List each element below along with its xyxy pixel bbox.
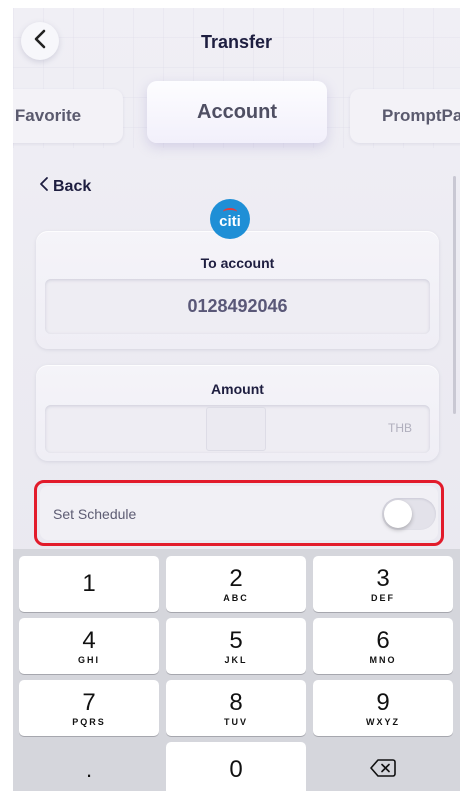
to-account-card: To account 0128492046	[36, 231, 439, 349]
key-6[interactable]: 6 MNO	[313, 618, 453, 674]
backspace-icon	[370, 758, 396, 783]
amount-card: Amount THB	[36, 365, 439, 461]
key-0[interactable]: 0	[166, 742, 306, 791]
page-title: Transfer	[200, 32, 273, 52]
tab-account[interactable]: Account	[147, 81, 327, 143]
numeric-keypad: 1 2 ABC 3 DEF 4 GHI 5 JKL 6 MNO 7 PQRS 8…	[13, 549, 460, 791]
key-2[interactable]: 2 ABC	[166, 556, 306, 612]
amount-field[interactable]: THB	[45, 405, 430, 453]
citi-logo-icon: citi	[210, 199, 250, 239]
key-decimal[interactable]: .	[19, 742, 159, 791]
key-1[interactable]: 1	[19, 556, 159, 612]
amount-label: Amount	[211, 381, 264, 397]
key-backspace[interactable]	[313, 742, 453, 791]
key-5[interactable]: 5 JKL	[166, 618, 306, 674]
key-9[interactable]: 9 WXYZ	[313, 680, 453, 736]
to-account-field: 0128492046	[45, 279, 430, 334]
back-link[interactable]: Back	[39, 176, 91, 197]
tab-promptpay[interactable]: PromptPa	[350, 89, 460, 143]
scrollbar[interactable]	[453, 176, 456, 414]
amount-input[interactable]	[206, 407, 266, 451]
key-7[interactable]: 7 PQRS	[19, 680, 159, 736]
to-account-label: To account	[200, 255, 275, 271]
key-3[interactable]: 3 DEF	[313, 556, 453, 612]
key-4[interactable]: 4 GHI	[19, 618, 159, 674]
currency-label: THB	[388, 421, 412, 435]
account-number: 0128492046	[187, 296, 288, 316]
key-8[interactable]: 8 TUV	[166, 680, 306, 736]
header: Transfer	[13, 8, 460, 78]
back-link-label: Back	[53, 177, 92, 195]
phone-screen: Transfer Favorite Account PromptPa Back …	[13, 8, 460, 791]
chevron-left-icon	[39, 176, 49, 197]
schedule-highlight-box	[34, 480, 444, 546]
tab-favorite[interactable]: Favorite	[13, 89, 123, 143]
